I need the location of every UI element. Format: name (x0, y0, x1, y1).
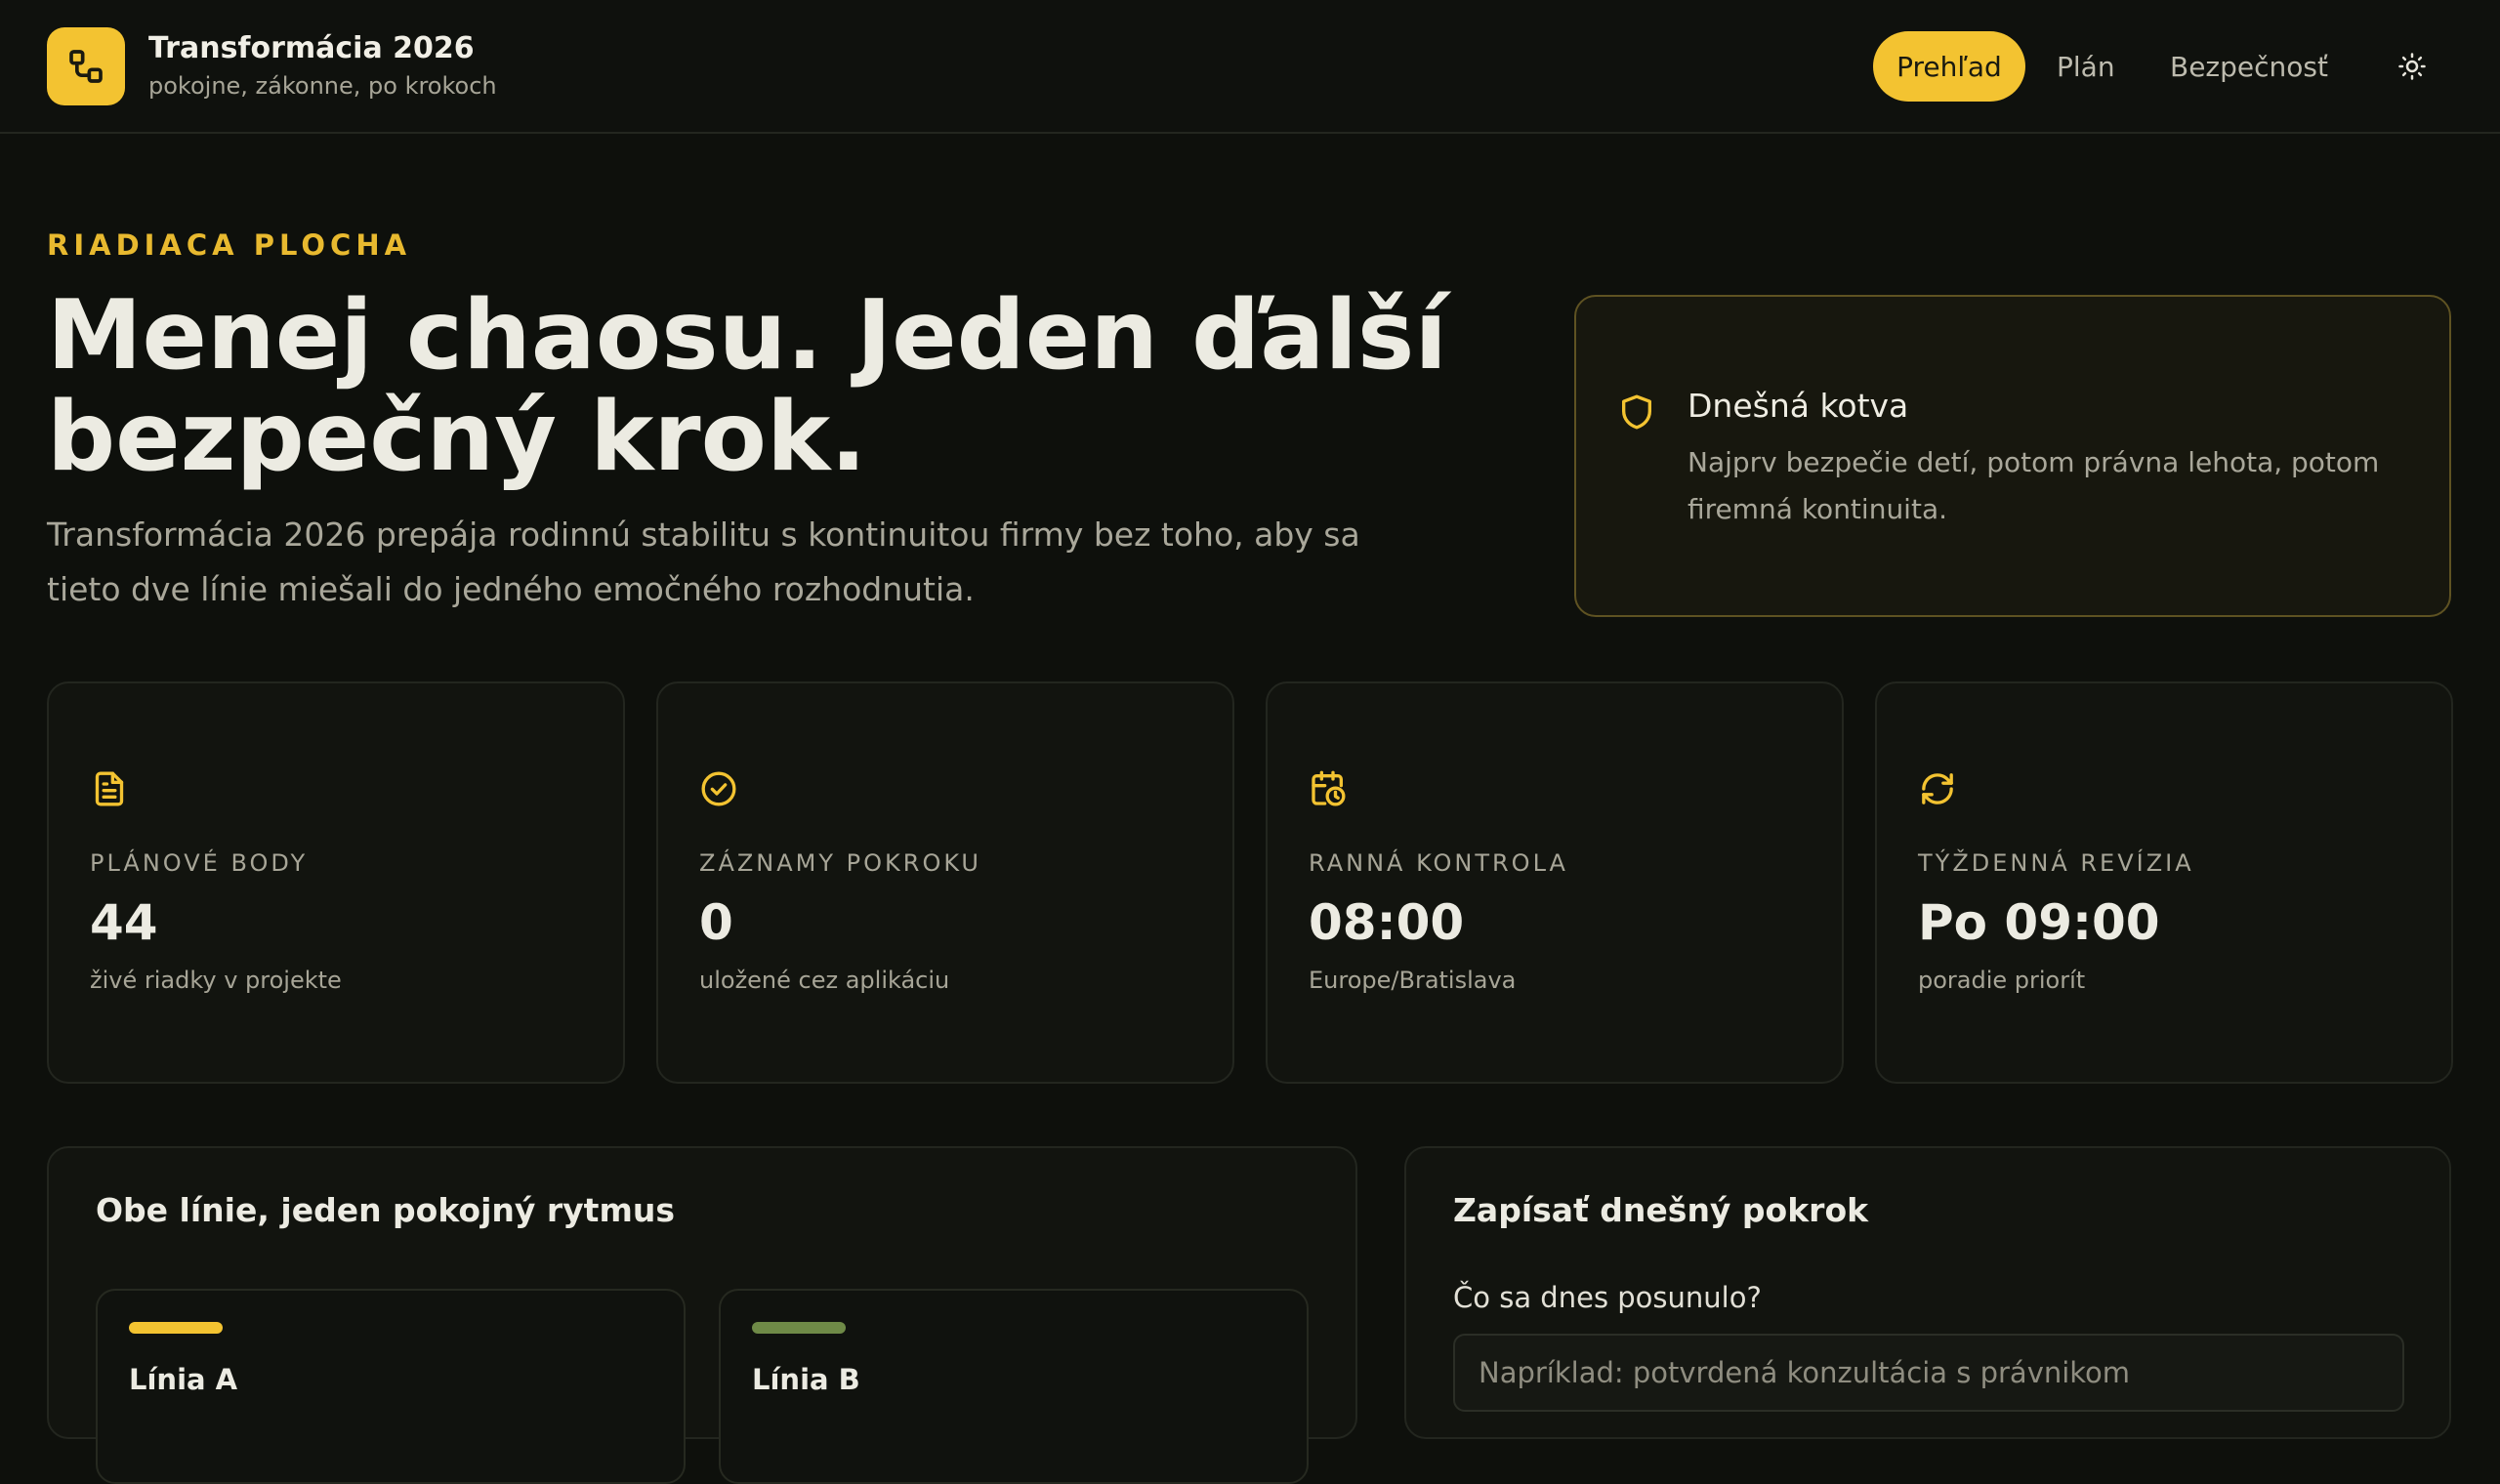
line-card-b[interactable]: Línia B (719, 1289, 1309, 1484)
top-bar: Transformácia 2026 pokojne, zákonne, po … (0, 0, 2500, 134)
lines-panel: Obe línie, jeden pokojný rytmus Línia A … (47, 1146, 1357, 1484)
shield-icon (1622, 394, 1651, 430)
line-a-title: Línia A (129, 1363, 238, 1396)
document-icon (95, 771, 124, 806)
hero-description: Transformácia 2026 prepája rodinnú stabi… (47, 515, 1360, 608)
progress-field-label: Čo sa dnes posunulo? (1453, 1281, 1762, 1314)
progress-panel-title: Zapísať dnešný pokrok (1453, 1191, 1869, 1229)
stat-caption: živé riadky v projekte (90, 967, 342, 994)
line-b-title: Línia B (752, 1363, 860, 1396)
stat-caption: poradie priorít (1918, 967, 2086, 994)
stat-value: 0 (699, 894, 733, 951)
line-card-a[interactable]: Línia A (96, 1289, 686, 1484)
anchor-title: Dnešná kotva (1688, 387, 1909, 425)
theme-toggle-button[interactable] (2389, 43, 2436, 90)
stat-caption: uložené cez aplikáciu (699, 967, 950, 994)
section-eyebrow: RIADIACA PLOCHA (47, 228, 412, 262)
stat-card-progress-records: ZÁZNAMY POKROKU 0 uložené cez aplikáciu (656, 681, 1234, 1084)
stat-value: 08:00 (1309, 894, 1465, 951)
anchor-text: Najprv bezpečie detí, potom právna lehot… (1688, 446, 2380, 525)
nav-tab-bezpecnost[interactable]: Bezpečnosť (2170, 31, 2328, 102)
app-subtitle: pokojne, zákonne, po krokoch (148, 72, 497, 100)
line-b-color-bar (752, 1322, 846, 1334)
stat-card-weekly-review: TÝŽDENNÁ REVÍZIA Po 09:00 poradie priorí… (1875, 681, 2453, 1084)
stat-label: PLÁNOVÉ BODY (90, 849, 309, 877)
nav-tab-plan[interactable]: Plán (2057, 31, 2115, 102)
stat-label: TÝŽDENNÁ REVÍZIA (1918, 849, 2194, 877)
stat-caption: Europe/Bratislava (1309, 967, 1517, 994)
stat-card-morning-check: RANNÁ KONTROLA 08:00 Europe/Bratislava (1266, 681, 1844, 1084)
check-circle-icon (701, 771, 736, 806)
daily-anchor-card: Dnešná kotva Najprv bezpečie detí, potom… (1574, 295, 2451, 617)
stat-card-plan-points: PLÁNOVÉ BODY 44 živé riadky v projekte (47, 681, 625, 1084)
hero-title: Menej chaosu. Jeden ďalší bezpečný krok. (47, 280, 1447, 493)
line-a-color-bar (129, 1322, 223, 1334)
stat-label: ZÁZNAMY POKROKU (699, 849, 981, 877)
logo[interactable] (47, 27, 125, 105)
refresh-icon (1922, 773, 1953, 804)
link-squares-icon (69, 50, 103, 83)
app-title: Transformácia 2026 (148, 31, 475, 65)
nav-tab-prehlad[interactable]: Prehľad (1873, 31, 2025, 102)
stat-value: Po 09:00 (1918, 894, 2160, 951)
calendar-clock-icon (1312, 770, 1346, 806)
stat-value: 44 (90, 894, 158, 951)
lines-panel-title: Obe línie, jeden pokojný rytmus (96, 1191, 675, 1229)
sun-icon (2398, 53, 2426, 80)
progress-input[interactable] (1453, 1334, 2404, 1412)
stat-label: RANNÁ KONTROLA (1309, 849, 1568, 877)
progress-panel: Zapísať dnešný pokrok Čo sa dnes posunul… (1404, 1146, 2451, 1439)
